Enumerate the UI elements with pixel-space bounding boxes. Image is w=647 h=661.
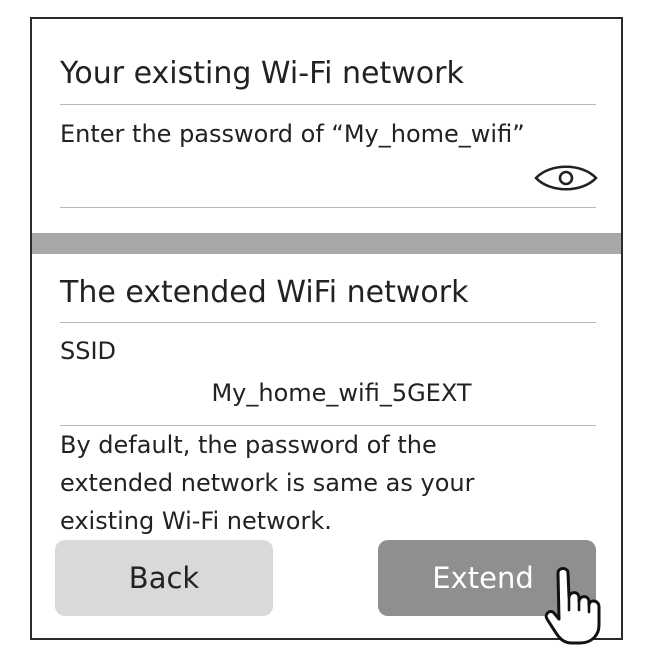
tap-hand-icon [544,563,620,647]
note-line: existing Wi-Fi network. [60,507,332,535]
heading-rule [60,322,596,323]
existing-network-heading: Your existing Wi-Fi network [60,56,464,91]
ssid-rule [60,425,596,426]
back-button[interactable]: Back [55,540,273,616]
extend-button-label: Extend [432,561,534,595]
wifi-extender-setup-panel: Your existing Wi-Fi network Enter the pa… [30,17,623,645]
note-line: By default, the password of the [60,431,437,459]
note-line: extended network is same as your [60,469,475,497]
heading-rule [60,104,596,105]
section-divider [32,233,621,254]
ssid-value: My_home_wifi_5GEXT [211,379,472,407]
ssid-label: SSID [60,337,117,365]
password-prompt: Enter the password of “My_home_wifi” [60,120,525,148]
extended-network-heading: The extended WiFi network [60,275,469,310]
password-field[interactable] [60,152,596,208]
back-button-label: Back [128,561,200,595]
password-field-underline [60,207,596,208]
eye-icon[interactable] [533,161,599,195]
